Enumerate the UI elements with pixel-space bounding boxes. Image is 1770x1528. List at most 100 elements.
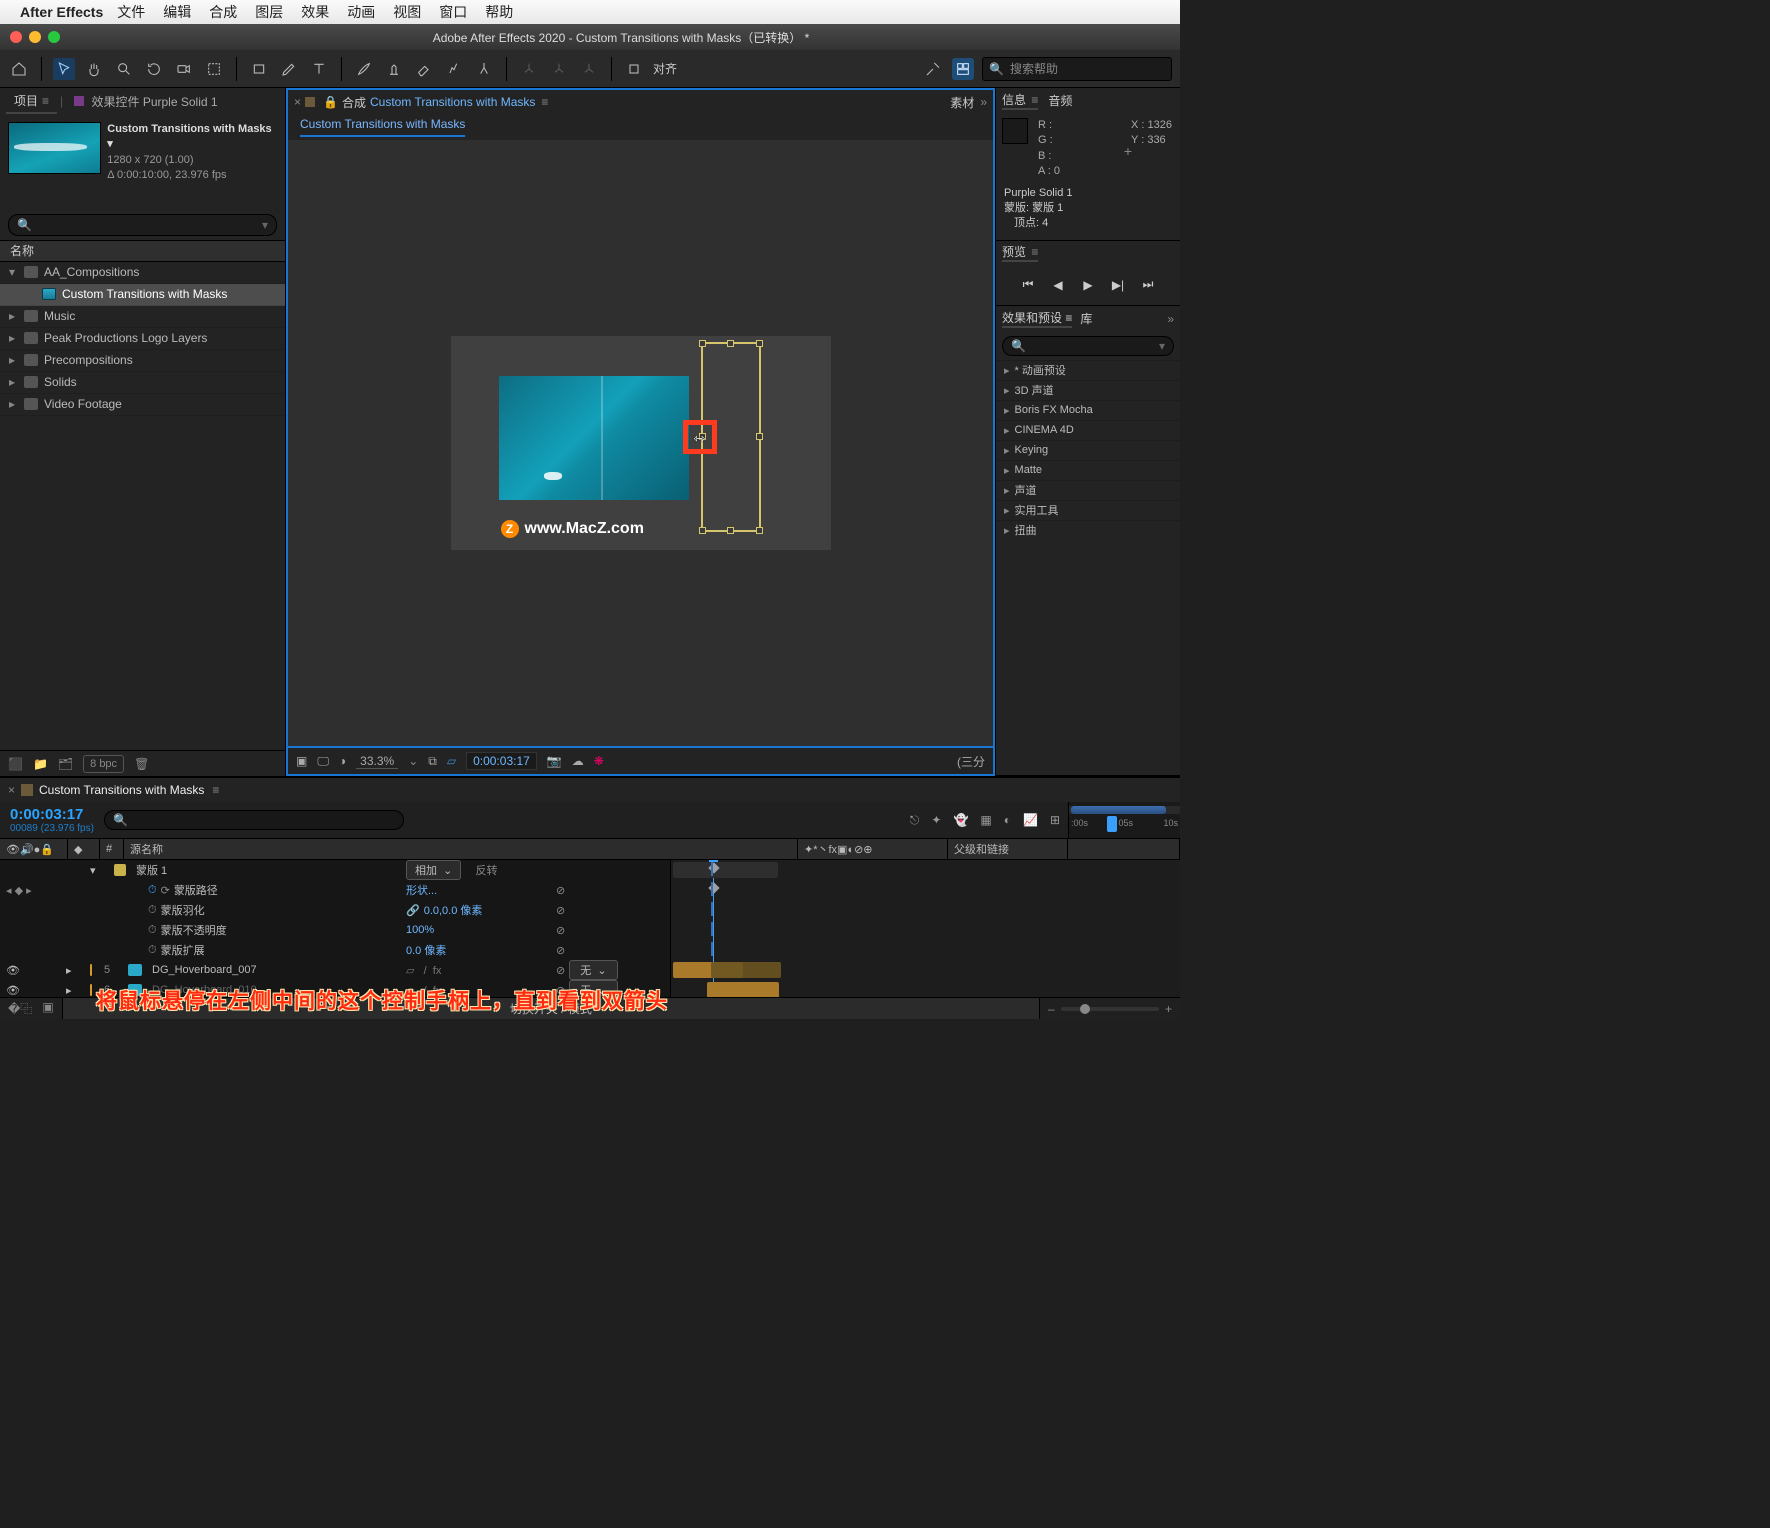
current-time-display[interactable]: 0:00:03:17 — [466, 752, 537, 770]
tab-effects-presets[interactable]: 效果和预设 ≡ — [1002, 309, 1072, 328]
timeline-timecode[interactable]: 0:00:03:17 00089 (23.976 fps) — [0, 806, 100, 834]
work-area-bar[interactable] — [1071, 806, 1166, 814]
project-item[interactable]: ▸Solids — [0, 372, 285, 394]
stopwatch-icon[interactable]: ⏱ — [148, 944, 157, 957]
mask-name[interactable]: 蒙版 1 — [136, 862, 167, 878]
play-button[interactable]: ▶ — [1080, 277, 1096, 293]
local-axis-icon[interactable] — [518, 58, 540, 80]
col-source-name[interactable]: 源名称 — [124, 839, 798, 859]
comp-flowchart-icon[interactable]: ⎋ — [910, 813, 920, 828]
disclosure-triangle-icon[interactable]: ▾ — [6, 265, 18, 279]
pan-behind-tool[interactable] — [203, 58, 225, 80]
effects-category[interactable]: ▸3D 声道 — [996, 380, 1180, 400]
disclosure-triangle-icon[interactable]: ▸ — [6, 309, 18, 323]
effects-category[interactable]: ▸Matte — [996, 460, 1180, 480]
link-icon[interactable]: 🔗 — [406, 904, 420, 917]
menu-window[interactable]: 窗口 — [439, 2, 467, 22]
timeline-zoom-slider[interactable]: – + — [1040, 1002, 1180, 1016]
tab-preview[interactable]: 预览 ≡ — [1002, 243, 1038, 262]
tab-effect-controls[interactable]: 效果控件 Purple Solid 1 — [66, 90, 225, 113]
disclosure-triangle-icon[interactable]: ▸ — [1004, 384, 1010, 397]
mask-handle-bottom-mid[interactable] — [727, 527, 734, 534]
pickwhip-icon[interactable]: ⊘ — [556, 964, 565, 977]
project-item[interactable]: ▸Precompositions — [0, 350, 285, 372]
property-value[interactable]: 0.0,0.0 像素 — [424, 902, 483, 918]
puppet-pin-tool[interactable] — [473, 58, 495, 80]
disclosure-triangle-icon[interactable]: ▸ — [1004, 424, 1010, 437]
home-button[interactable] — [8, 58, 30, 80]
disclosure-triangle-icon[interactable]: ▾ — [90, 864, 96, 877]
resolution-icon[interactable]: ⧉ — [428, 754, 437, 769]
disclosure-triangle-icon[interactable]: ▸ — [6, 331, 18, 345]
effects-category[interactable]: ▸* 动画预设 — [996, 360, 1180, 380]
project-item[interactable]: ▸Peak Productions Logo Layers — [0, 328, 285, 350]
layer-track-bar[interactable] — [711, 962, 781, 978]
chevron-down-icon[interactable]: ⌄ — [408, 754, 418, 768]
timeline-row[interactable]: ▾蒙版 1相加 ⌄ 反转 — [0, 860, 670, 880]
pickwhip-icon[interactable]: ⊘ — [556, 924, 565, 937]
project-item[interactable]: ▸Music — [0, 306, 285, 328]
eye-toggle-icon[interactable]: 👁 — [6, 964, 20, 977]
timeline-row[interactable]: ⏱ 蒙版不透明度100%⊘ — [0, 920, 670, 940]
minimize-window-button[interactable] — [29, 31, 41, 43]
playhead[interactable] — [1107, 816, 1117, 832]
delete-icon[interactable]: 🗑 — [134, 757, 149, 771]
effects-category[interactable]: ▸Keying — [996, 440, 1180, 460]
zoom-out-icon[interactable]: – — [1048, 1002, 1055, 1016]
effects-category[interactable]: ▸Boris FX Mocha — [996, 400, 1180, 420]
col-number[interactable]: # — [100, 839, 124, 859]
project-item[interactable]: ▾AA_Compositions — [0, 262, 285, 284]
pickwhip-icon[interactable]: ⊘ — [556, 904, 565, 917]
new-comp-icon[interactable]: 🗂 — [58, 757, 73, 771]
stopwatch-icon[interactable]: ⏱ — [148, 884, 157, 897]
pickwhip-icon[interactable]: ⊘ — [556, 884, 565, 897]
prev-frame-button[interactable]: ◀ — [1050, 277, 1066, 293]
tab-library[interactable]: 库 — [1080, 310, 1092, 327]
close-window-button[interactable] — [10, 31, 22, 43]
mask-toggle-icon[interactable]: ◑ — [339, 754, 346, 768]
project-item-list[interactable]: ▾AA_CompositionsCustom Transitions with … — [0, 262, 285, 750]
menu-edit[interactable]: 编辑 — [163, 2, 191, 22]
footage-tab[interactable]: 素材 — [950, 94, 974, 111]
help-search-input[interactable]: 🔍 搜索帮助 — [982, 57, 1172, 81]
project-item[interactable]: Custom Transitions with Masks — [0, 284, 285, 306]
mask-handle-bottom-right[interactable] — [756, 527, 763, 534]
tab-info[interactable]: 信息 ≡ — [1002, 91, 1038, 110]
col-parent[interactable]: 父级和链接 — [948, 839, 1068, 859]
timeline-row[interactable]: 👁▸5DG_Hoverboard_007 ▱ / fx⊘ 无 ⌄ — [0, 960, 670, 980]
disclosure-triangle-icon[interactable]: ▸ — [1004, 524, 1010, 537]
label-header-icon[interactable]: ◆ — [74, 843, 82, 856]
layer-track-bar[interactable] — [673, 862, 778, 878]
selection-tool[interactable] — [53, 58, 75, 80]
eraser-tool[interactable] — [413, 58, 435, 80]
zoom-in-icon[interactable]: + — [1165, 1002, 1172, 1016]
motion-blur-icon[interactable]: ◐ — [1004, 813, 1011, 828]
mask-handle-top-left[interactable] — [699, 340, 706, 347]
type-tool[interactable] — [308, 58, 330, 80]
layer-track-bar[interactable] — [707, 982, 779, 997]
eye-toggle-icon[interactable]: 👁 — [6, 984, 20, 997]
graph-editor-icon[interactable]: 📈 — [1023, 813, 1038, 828]
effects-category[interactable]: ▸实用工具 — [996, 500, 1180, 520]
project-column-header[interactable]: 名称 — [0, 240, 285, 262]
hand-tool[interactable] — [83, 58, 105, 80]
disclosure-triangle-icon[interactable]: ▸ — [1004, 504, 1010, 517]
disclosure-triangle-icon[interactable]: ▸ — [6, 397, 18, 411]
menu-file[interactable]: 文件 — [117, 2, 145, 22]
roto-brush-tool[interactable] — [443, 58, 465, 80]
interpret-footage-icon[interactable]: ⬛ — [8, 757, 23, 771]
panel-menu-icon[interactable]: ≡ — [541, 95, 548, 109]
property-value[interactable]: 形状... — [406, 882, 437, 898]
layer-color-swatch[interactable] — [90, 964, 92, 976]
view-axis-icon[interactable] — [578, 58, 600, 80]
project-color-depth[interactable]: 8 bpc — [83, 755, 124, 773]
zoom-window-button[interactable] — [48, 31, 60, 43]
disclosure-triangle-icon[interactable]: ▸ — [1004, 404, 1010, 417]
disclosure-triangle-icon[interactable]: ▸ — [1004, 364, 1010, 377]
timeline-search-input[interactable]: 🔍 — [104, 810, 404, 830]
composition-viewport[interactable]: ⇿ Z www.MacZ.com — [286, 140, 995, 748]
toggle-switches-icon[interactable]: �⿻ — [8, 1000, 32, 1017]
menu-animation[interactable]: 动画 — [347, 2, 375, 22]
disclosure-triangle-icon[interactable]: ▸ — [66, 984, 72, 997]
expand-tabs-icon[interactable]: » — [1167, 312, 1174, 326]
